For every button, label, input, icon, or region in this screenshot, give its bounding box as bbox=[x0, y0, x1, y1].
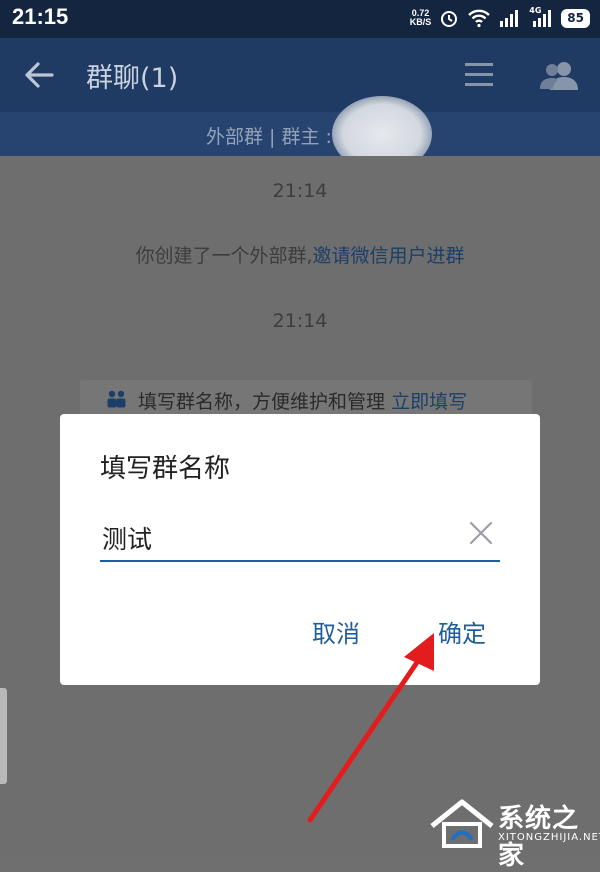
wifi-icon bbox=[468, 9, 491, 28]
watermark-subtitle: XITONGZHIJIA.NET bbox=[498, 832, 600, 843]
network-speed: 0.72 KB/S bbox=[409, 8, 432, 27]
battery-indicator: 85 bbox=[561, 8, 590, 28]
status-time: 21:15 bbox=[12, 4, 69, 29]
group-name-value[interactable]: 测试 bbox=[102, 520, 152, 556]
house-logo-icon bbox=[430, 799, 494, 848]
group-info-bar: 外部群 | 群主 : bbox=[0, 112, 600, 156]
status-bar: 21:15 0.72 KB/S 4G 85 bbox=[0, 0, 600, 38]
watermark-logo: 系统之家 XITONGZHIJIA.NET bbox=[428, 796, 600, 871]
status-icons: 0.72 KB/S 4G 85 bbox=[410, 5, 590, 31]
system-message: 你创建了一个外部群,邀请微信用户进群 bbox=[135, 245, 465, 267]
side-drag-handle[interactable] bbox=[0, 688, 7, 784]
page-title: 群聊(1) bbox=[86, 63, 179, 94]
dialog-title: 填写群名称 bbox=[100, 454, 231, 484]
red-arrow-annotation bbox=[307, 633, 434, 823]
signal-4g-icon: 4G bbox=[529, 6, 553, 28]
group-members-icon bbox=[540, 62, 578, 90]
timestamp: 21:14 bbox=[272, 180, 328, 202]
clear-icon bbox=[470, 522, 492, 544]
clear-button[interactable] bbox=[468, 520, 494, 546]
group-members-button[interactable] bbox=[538, 58, 582, 92]
back-arrow-icon bbox=[25, 62, 54, 88]
menu-button[interactable] bbox=[462, 58, 496, 92]
group-name-hint: 填写群名称，方便维护和管理 立即填写 bbox=[80, 380, 532, 416]
fill-now-link[interactable]: 立即填写 bbox=[391, 391, 467, 413]
timestamp: 21:14 bbox=[272, 310, 328, 332]
group-icon bbox=[107, 390, 126, 408]
app-bar: 群聊(1) bbox=[0, 38, 600, 112]
menu-icon bbox=[465, 63, 493, 86]
signal-icon bbox=[500, 10, 519, 27]
invite-wechat-link[interactable]: 邀请微信用户进群 bbox=[313, 245, 465, 267]
alarm-icon bbox=[441, 11, 458, 27]
back-button[interactable] bbox=[22, 58, 62, 92]
group-owner-label: 外部群 | 群主 : bbox=[206, 126, 332, 148]
group-name-input[interactable]: 测试 bbox=[100, 512, 500, 562]
